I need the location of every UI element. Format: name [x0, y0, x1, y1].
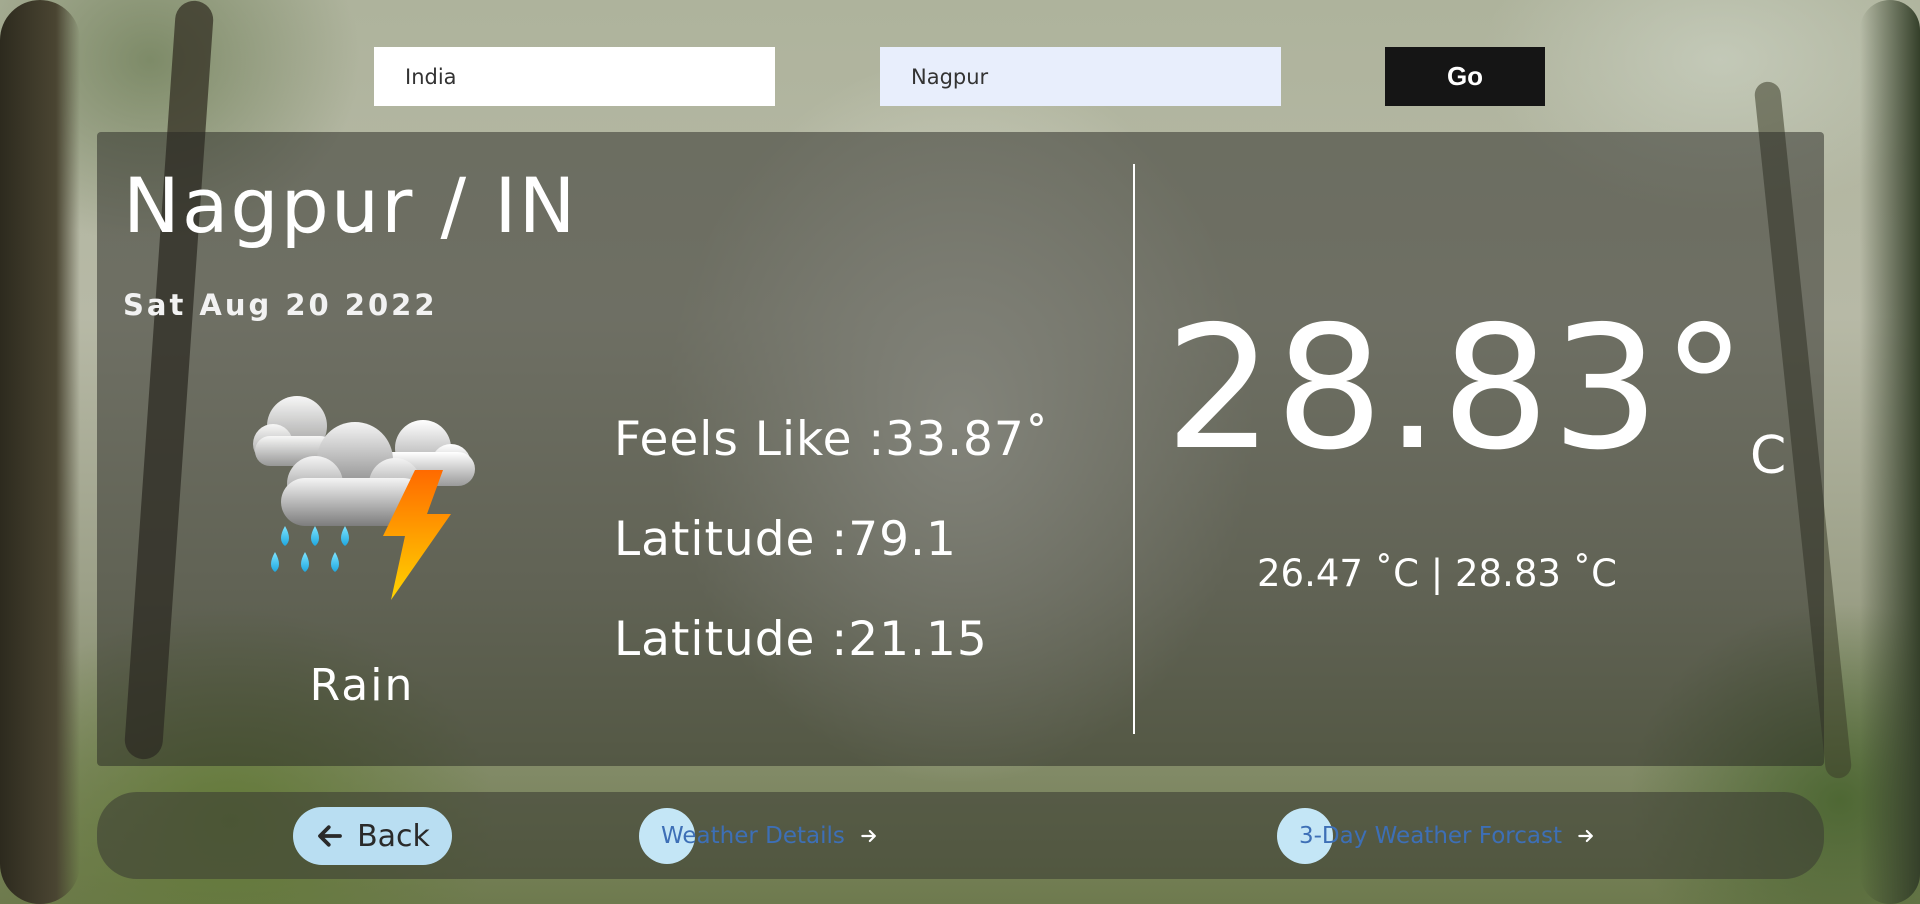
city-input[interactable]	[880, 47, 1281, 106]
temperature-unit: C	[1750, 426, 1787, 486]
go-button[interactable]: Go	[1385, 47, 1545, 106]
bottom-nav-bar: Back Weather Details 3-Day Weather Forca…	[97, 792, 1824, 879]
weather-card: Nagpur / IN Sat Aug 20 2022 Rain Feels L…	[97, 132, 1824, 766]
feels-like-text: Feels Like :33.87˚	[614, 412, 1050, 467]
latitude-text: Latitude :21.15	[614, 612, 988, 667]
background-tree	[1860, 0, 1920, 904]
arrow-left-icon	[318, 825, 342, 847]
city-title: Nagpur / IN	[123, 161, 578, 250]
background-tree	[0, 0, 80, 904]
thunderstorm-rain-icon	[245, 386, 485, 606]
weather-details-link[interactable]: Weather Details	[639, 808, 879, 864]
forecast-link[interactable]: 3-Day Weather Forcast	[1277, 808, 1596, 864]
date-text: Sat Aug 20 2022	[123, 288, 438, 322]
temperature-range: 26.47 ˚C | 28.83 ˚C	[1256, 552, 1618, 595]
arrow-right-icon	[861, 829, 876, 843]
weather-details-label: Weather Details	[661, 823, 845, 849]
current-temperature: 28.83°	[1165, 290, 1749, 488]
country-input[interactable]	[374, 47, 775, 106]
back-button-label: Back	[357, 818, 430, 854]
weather-condition: Rain	[309, 660, 415, 711]
arrow-right-icon	[1578, 829, 1593, 843]
vertical-divider	[1133, 164, 1135, 734]
longitude-text: Latitude :79.1	[614, 512, 957, 567]
back-button[interactable]: Back	[293, 807, 452, 865]
forecast-label: 3-Day Weather Forcast	[1299, 823, 1562, 849]
